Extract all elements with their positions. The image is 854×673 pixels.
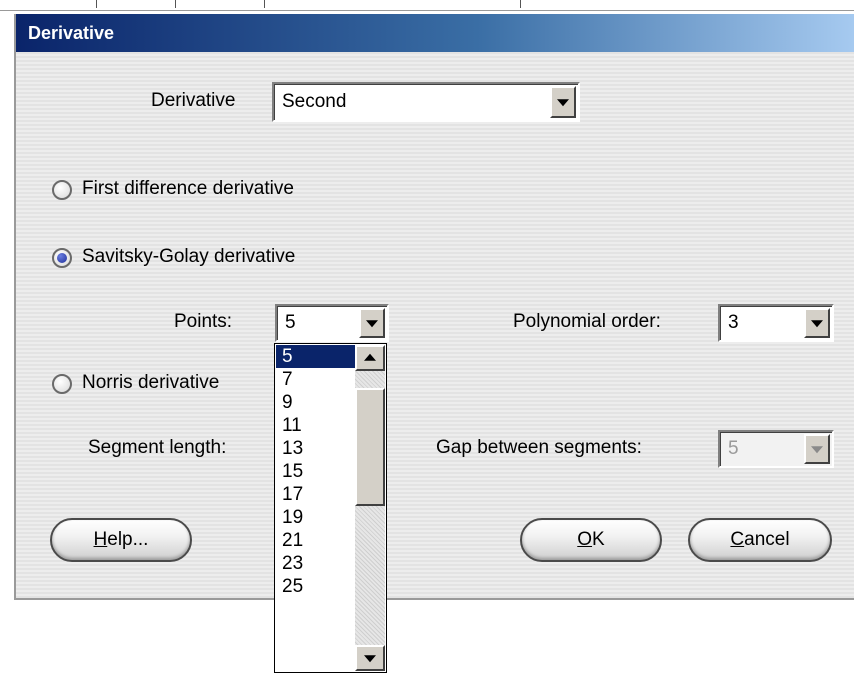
ok-mnemonic: O	[577, 529, 593, 550]
ok-button[interactable]: OK	[520, 518, 662, 562]
cancel-label: ancel	[744, 529, 790, 550]
dropdown-option[interactable]: 23	[276, 552, 355, 575]
dropdown-option[interactable]: 5	[276, 345, 355, 368]
arrow-down-icon	[364, 655, 376, 663]
dropdown-scrollbar[interactable]	[355, 345, 385, 671]
gap-dropdown-button	[804, 434, 830, 464]
chevron-down-icon	[366, 320, 378, 328]
dropdown-option[interactable]: 11	[276, 414, 355, 437]
dropdown-option[interactable]: 15	[276, 460, 355, 483]
gap-select-value: 5	[728, 438, 739, 459]
points-label: Points:	[174, 311, 233, 332]
radio-first-difference[interactable]	[52, 180, 72, 200]
help-button[interactable]: Help...	[50, 518, 192, 562]
polynomial-order-label: Polynomial order:	[513, 311, 661, 332]
points-select-value: 5	[285, 312, 296, 333]
scroll-down-button[interactable]	[355, 645, 385, 671]
points-dropdown-button[interactable]	[359, 308, 385, 338]
dropdown-option[interactable]: 9	[276, 391, 355, 414]
help-mnemonic: H	[93, 529, 108, 550]
norris-label[interactable]: Norris derivative	[82, 372, 219, 394]
chevron-down-icon	[557, 99, 569, 107]
radio-selected-dot	[57, 253, 67, 263]
dropdown-option[interactable]: 13	[276, 437, 355, 460]
points-dropdown-list[interactable]: 5 7 9 11 13 15 17 19 21 23 25	[274, 343, 387, 673]
gap-select: 5	[718, 430, 834, 468]
background-tick	[96, 0, 97, 8]
dropdown-option[interactable]: 21	[276, 529, 355, 552]
dropdown-option[interactable]: 17	[276, 483, 355, 506]
ok-label: K	[592, 529, 605, 550]
savitsky-golay-label[interactable]: Savitsky-Golay derivative	[82, 246, 295, 268]
scroll-up-button[interactable]	[355, 345, 385, 371]
derivative-label: Derivative	[151, 90, 236, 111]
background-tick	[264, 0, 265, 8]
cancel-mnemonic: C	[730, 529, 745, 550]
title-bar[interactable]: Derivative	[16, 14, 854, 52]
dialog-title: Derivative	[28, 23, 115, 43]
polynomial-order-value: 3	[728, 312, 739, 333]
radio-savitsky-golay[interactable]	[52, 248, 72, 268]
polynomial-order-select[interactable]: 3	[718, 304, 834, 342]
arrow-up-icon	[364, 353, 376, 361]
dropdown-option[interactable]: 19	[276, 506, 355, 529]
cancel-button[interactable]: Cancel	[688, 518, 832, 562]
radio-norris[interactable]	[52, 374, 72, 394]
dropdown-option[interactable]: 7	[276, 368, 355, 391]
derivative-dialog: Derivative Derivative Second First diffe…	[14, 14, 854, 600]
polynomial-dropdown-button[interactable]	[804, 308, 830, 338]
background-tick	[520, 0, 521, 8]
segment-length-label: Segment length:	[88, 437, 227, 458]
help-label: elp...	[107, 529, 149, 550]
derivative-dropdown-button[interactable]	[550, 86, 576, 118]
derivative-select-value: Second	[282, 91, 347, 112]
dropdown-option[interactable]: 25	[276, 575, 355, 598]
first-difference-label[interactable]: First difference derivative	[82, 178, 294, 200]
points-select[interactable]: 5	[275, 304, 389, 342]
gap-between-segments-label: Gap between segments:	[436, 437, 642, 458]
background-rule	[0, 10, 854, 11]
chevron-down-icon	[811, 320, 823, 328]
scrollbar-thumb[interactable]	[355, 388, 385, 506]
background-tick	[175, 0, 176, 8]
chevron-down-icon	[811, 446, 823, 454]
derivative-select[interactable]: Second	[272, 82, 580, 122]
